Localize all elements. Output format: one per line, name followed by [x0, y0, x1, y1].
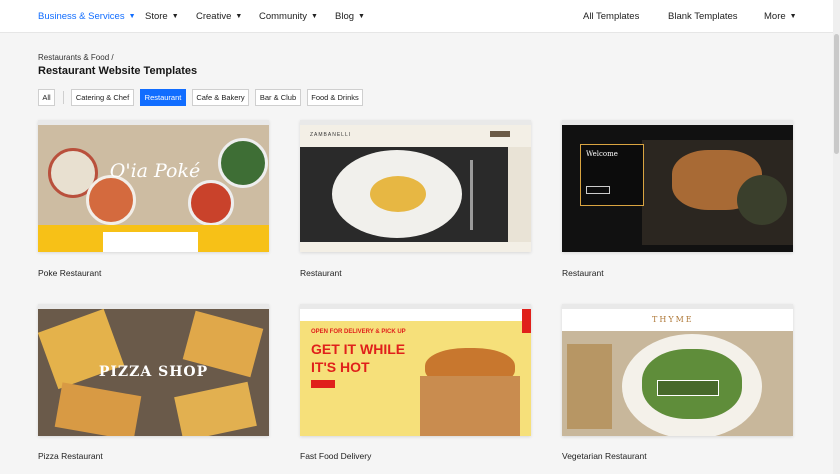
- cta-button[interactable]: [586, 186, 610, 194]
- template-thumbnail[interactable]: THYME: [562, 304, 793, 436]
- template-name[interactable]: Pizza Restaurant: [38, 451, 103, 461]
- nav-creative[interactable]: Creative ▼: [196, 11, 242, 22]
- menu-button[interactable]: [657, 380, 719, 396]
- filter-catering-chef[interactable]: Catering & Chef: [71, 89, 134, 106]
- nav-store[interactable]: Store ▼: [145, 11, 179, 22]
- mussels: [737, 175, 787, 225]
- dish: [370, 176, 426, 212]
- browser-bar: [300, 120, 531, 125]
- nav-blog[interactable]: Blog ▼: [335, 11, 365, 22]
- nav-all-templates-label: All Templates: [583, 11, 640, 22]
- hero-title: O'ia Poké: [109, 160, 201, 182]
- bowl: [188, 180, 234, 226]
- page-scrollbar[interactable]: [833, 0, 840, 474]
- side-panel: [508, 147, 531, 242]
- fork: [470, 160, 473, 230]
- nav-store-label: Store: [145, 11, 168, 22]
- template-thumbnail[interactable]: Welcome: [562, 120, 793, 252]
- reserve-button[interactable]: [490, 131, 510, 137]
- template-name[interactable]: Poke Restaurant: [38, 268, 101, 278]
- chevron-down-icon: ▼: [311, 13, 318, 20]
- chevron-down-icon: ▼: [128, 13, 136, 20]
- food-bucket: [420, 376, 520, 436]
- template-thumbnail[interactable]: O'ia Poké: [38, 120, 269, 252]
- nav-more-label: More: [764, 11, 786, 22]
- breadcrumb[interactable]: Restaurants & Food /: [38, 53, 114, 62]
- nav-blank-templates[interactable]: Blank Templates: [668, 11, 738, 22]
- filter-food-drinks[interactable]: Food & Drinks: [307, 89, 363, 106]
- order-button[interactable]: [311, 380, 335, 388]
- page-title: Restaurant Website Templates: [38, 65, 198, 77]
- chevron-down-icon: ▼: [358, 13, 365, 20]
- filter-bar-club[interactable]: Bar & Club: [255, 89, 301, 106]
- template-thumbnail[interactable]: PIZZA SHOP: [38, 304, 269, 436]
- scrollbar-thumb[interactable]: [834, 34, 839, 154]
- hero-title: PIZZA SHOP: [98, 364, 209, 380]
- filter-divider: [63, 91, 64, 104]
- nav-creative-label: Creative: [196, 11, 232, 22]
- hero-eyebrow: OPEN FOR DELIVERY & PICK UP: [311, 329, 406, 335]
- hero-headline-line2: IT'S HOT: [311, 359, 370, 375]
- chevron-down-icon: ▼: [171, 13, 179, 20]
- hero-headline-line1: GET IT WHILE: [311, 341, 406, 357]
- filter-all[interactable]: All: [38, 89, 55, 106]
- nav-community-label: Community: [259, 11, 308, 22]
- order-tab[interactable]: [522, 309, 531, 333]
- pizza-slice: [174, 381, 257, 436]
- template-thumbnail[interactable]: OPEN FOR DELIVERY & PICK UP GET IT WHILE…: [300, 304, 531, 436]
- template-name[interactable]: Vegetarian Restaurant: [562, 451, 647, 461]
- bowl: [218, 138, 268, 188]
- bowl: [86, 175, 136, 225]
- nav-community[interactable]: Community ▼: [259, 11, 318, 22]
- pizza-slice: [54, 382, 142, 436]
- template-name[interactable]: Fast Food Delivery: [300, 451, 371, 461]
- template-name[interactable]: Restaurant: [562, 268, 604, 278]
- nav-blog-label: Blog: [335, 11, 355, 22]
- chevron-down-icon: ▼: [235, 13, 243, 20]
- nav-business-services[interactable]: Business & Services ▼: [38, 11, 136, 22]
- bread: [567, 344, 612, 429]
- template-name[interactable]: Restaurant: [300, 268, 342, 278]
- template-thumbnail[interactable]: ZAMBANELLI: [300, 120, 531, 252]
- site-logo[interactable]: THYME: [652, 315, 694, 324]
- nav-business-services-label: Business & Services: [38, 11, 125, 22]
- filter-restaurant[interactable]: Restaurant: [140, 89, 186, 106]
- welcome-heading: Welcome: [586, 150, 618, 158]
- menu-card: [103, 232, 198, 252]
- top-navigation: Business & Services ▼ Store ▼ Creative ▼ Co…: [0, 0, 840, 33]
- nav-all-templates[interactable]: All Templates: [583, 11, 639, 22]
- nav-more[interactable]: More ▼: [764, 11, 797, 22]
- chevron-down-icon: ▼: [789, 13, 797, 20]
- browser-bar: [562, 120, 793, 125]
- site-logo[interactable]: ZAMBANELLI: [310, 132, 351, 138]
- filter-cafe-bakery[interactable]: Cafe & Bakery: [192, 89, 249, 106]
- site-header: [300, 309, 531, 321]
- browser-bar: [38, 304, 269, 309]
- nav-blank-templates-label: Blank Templates: [668, 11, 738, 22]
